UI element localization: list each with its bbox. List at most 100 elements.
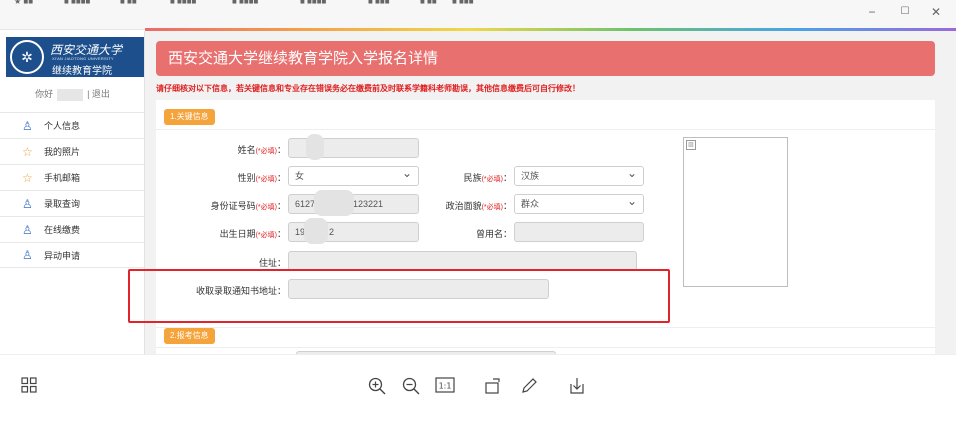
- logo-title-en: XI'AN JIAOTONG UNIVERSITY: [52, 56, 114, 61]
- sidebar-item-label: 个人信息: [44, 121, 81, 131]
- required-tag: (*必填): [481, 176, 503, 183]
- star-icon: ☆: [22, 144, 33, 159]
- redaction-blur: [314, 190, 354, 216]
- svg-text:1:1: 1:1: [439, 382, 452, 391]
- edit-button[interactable]: [518, 377, 540, 399]
- sidebar-item-online-payment[interactable]: ♙ 在线缴费: [0, 216, 144, 242]
- required-tag: (*必填): [255, 232, 277, 239]
- bookmark-item[interactable]: ■ ■■■■: [300, 0, 360, 8]
- bookmark-item[interactable]: ■ ■■: [120, 0, 160, 8]
- required-tag: (*必填): [481, 204, 503, 211]
- former-name-label-text: 曾用名: [475, 229, 503, 239]
- ethnicity-select-value: 汉族: [521, 171, 540, 181]
- section-divider: [156, 129, 935, 130]
- broken-image-icon: ▨: [686, 140, 696, 150]
- minimize-button[interactable]: −: [862, 4, 882, 20]
- sidebar-item-label: 手机邮箱: [44, 173, 81, 183]
- user-icon: ♙: [22, 196, 33, 211]
- highlight-box: [128, 269, 670, 323]
- bookmark-item[interactable]: ■ ■■■: [452, 0, 502, 8]
- bookmark-item[interactable]: ★ ■■: [14, 0, 54, 8]
- minimize-icon: −: [868, 5, 876, 19]
- warning-notice: 请仔细核对以下信息，若关键信息和专业存在错误务必在缴费前及时联系学籍科老师勘误，…: [156, 84, 580, 93]
- section-divider: [156, 347, 935, 348]
- address-label-text: 住址: [258, 258, 277, 268]
- redaction-blur: [304, 218, 328, 244]
- birth-date-label-text: 出生日期: [219, 229, 256, 239]
- university-emblem-icon: ✲: [10, 40, 44, 74]
- rotate-icon: [485, 378, 500, 394]
- ethnicity-select[interactable]: 汉族: [514, 166, 644, 186]
- download-icon: [570, 378, 584, 394]
- bookmark-item[interactable]: ■ ■■■■: [170, 0, 220, 8]
- gender-label-text: 性别: [237, 173, 256, 183]
- section-exam-info-badge: 2.报考信息: [164, 328, 215, 344]
- username-redacted: [57, 88, 84, 101]
- political-status-label-text: 政治面貌: [445, 201, 482, 211]
- sidebar-item-label: 我的照片: [44, 147, 81, 157]
- bookmark-item[interactable]: ■ ■■■■: [64, 0, 114, 8]
- zoom-in-button[interactable]: [366, 377, 388, 399]
- actual-size-icon: 1:1: [435, 377, 455, 393]
- zoom-out-button[interactable]: [400, 377, 422, 399]
- sidebar-item-my-photo[interactable]: ☆ 我的照片: [0, 138, 144, 164]
- required-tag: (*必填): [255, 176, 277, 183]
- applicant-photo: ▨: [683, 137, 788, 287]
- bookmark-item[interactable]: ■ ■■■■: [232, 0, 292, 8]
- required-tag: (*必填): [255, 204, 277, 211]
- logout-link[interactable]: | 退出: [87, 89, 110, 99]
- birth-date-suffix: 2: [329, 227, 335, 237]
- name-label: 姓名(*必填)：: [237, 145, 286, 155]
- former-name-label: 曾用名：: [475, 229, 512, 239]
- id-number-prefix: 6127: [295, 199, 316, 209]
- greeting-text: 你好: [35, 89, 54, 99]
- bookmark-item[interactable]: ■ ■■■: [368, 0, 418, 8]
- political-status-select[interactable]: 群众: [514, 194, 644, 214]
- sidebar-item-personal-info[interactable]: ♙ 个人信息: [0, 112, 144, 138]
- gender-select[interactable]: 女: [288, 166, 419, 186]
- sidebar-item-label: 录取查询: [44, 199, 81, 209]
- rotate-button[interactable]: [482, 377, 504, 399]
- sidebar-item-label: 在线缴费: [44, 225, 81, 235]
- former-name-input[interactable]: [514, 222, 644, 242]
- gender-select-value: 女: [295, 171, 305, 181]
- page-title: 西安交通大学继续教育学院入学报名详情: [156, 41, 935, 76]
- university-logo[interactable]: ✲ 西安交通大学 XI'AN JIAOTONG UNIVERSITY 继续教育学…: [6, 37, 144, 77]
- sidebar-item-change-request[interactable]: ♙ 异动申请: [0, 242, 144, 268]
- sidebar-item-admission-query[interactable]: ♙ 录取查询: [0, 190, 144, 216]
- ethnicity-label-text: 民族: [463, 173, 482, 183]
- user-greeting: 你好 | 退出: [0, 87, 145, 101]
- political-status-value: 群众: [521, 199, 540, 209]
- sidebar: ✲ 西安交通大学 XI'AN JIAOTONG UNIVERSITY 继续教育学…: [0, 31, 145, 354]
- star-icon: ☆: [22, 170, 33, 185]
- pencil-icon: [522, 378, 537, 393]
- maximize-icon: ☐: [900, 6, 910, 17]
- close-icon: ✕: [930, 5, 942, 19]
- close-button[interactable]: ✕: [926, 4, 946, 20]
- section-divider: [156, 327, 935, 328]
- section-key-info-badge: 1.关键信息: [164, 109, 215, 125]
- sidebar-item-label: 异动申请: [44, 250, 81, 261]
- grid-view-button[interactable]: [18, 377, 40, 399]
- maximize-button[interactable]: ☐: [895, 4, 915, 20]
- id-number-suffix: 123221: [353, 199, 384, 209]
- user-icon: ♙: [22, 248, 33, 262]
- user-icon: ♙: [22, 118, 33, 133]
- address-label: 住址：: [258, 258, 286, 268]
- user-icon: ♙: [22, 222, 33, 237]
- gender-label: 性别(*必填)：: [237, 173, 286, 183]
- download-button[interactable]: [566, 377, 588, 399]
- zoom-out-icon: [402, 377, 420, 395]
- address-input[interactable]: [288, 251, 637, 271]
- logo-subtitle: 继续教育学院: [52, 66, 112, 77]
- id-number-label-text: 身份证号码: [210, 201, 256, 211]
- bookmark-item[interactable]: ■ ■■: [420, 0, 448, 8]
- birth-date-label: 出生日期(*必填)：: [219, 229, 286, 239]
- sidebar-item-phone-email[interactable]: ☆ 手机邮箱: [0, 164, 144, 190]
- political-status-label: 政治面貌(*必填)：: [445, 201, 512, 211]
- browser-top-bar: ★ ■■ ■ ■■■■ ■ ■■ ■ ■■■■ ■ ■■■■ ■ ■■■■ ■ …: [0, 0, 956, 30]
- actual-size-button[interactable]: 1:1: [434, 377, 456, 399]
- name-label-text: 姓名: [237, 145, 256, 155]
- redaction-blur: [306, 134, 324, 160]
- viewer-toolbar: 1:1: [0, 354, 956, 423]
